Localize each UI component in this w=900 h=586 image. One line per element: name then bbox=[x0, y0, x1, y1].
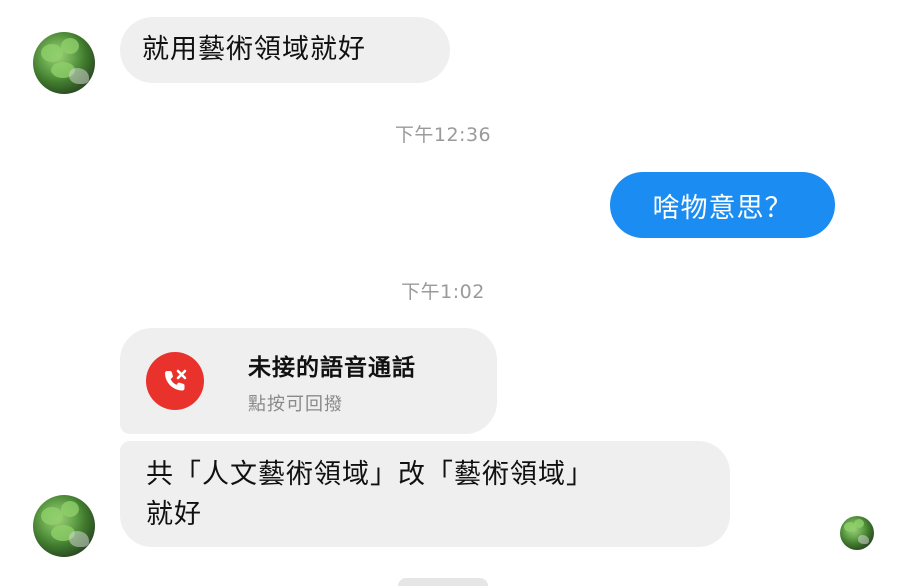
contact-avatar-top[interactable] bbox=[33, 32, 95, 94]
incoming-message-bubble[interactable]: 共「人文藝術領域」改「藝術領域」 就好 bbox=[120, 441, 730, 547]
timestamp: 下午1:02 bbox=[401, 281, 485, 303]
incoming-message-line: 共「人文藝術領域」改「藝術領域」 bbox=[146, 459, 594, 490]
missed-call-bubble[interactable]: 未接的語音通話 點按可回撥 bbox=[120, 328, 497, 434]
contact-avatar-bottom[interactable] bbox=[33, 495, 95, 557]
incoming-message-line: 就好 bbox=[146, 499, 202, 530]
missed-call-title: 未接的語音通話 bbox=[248, 355, 416, 381]
missed-call-icon bbox=[146, 352, 204, 410]
incoming-message-text: 就用藝術領域就好 bbox=[142, 34, 366, 65]
missed-call-subtitle: 點按可回撥 bbox=[248, 394, 343, 415]
timestamp: 下午12:36 bbox=[394, 124, 492, 146]
next-item-hint bbox=[398, 578, 488, 586]
outgoing-message-text: 啥物意思？ bbox=[652, 192, 793, 224]
incoming-message-bubble[interactable]: 就用藝術領域就好 bbox=[120, 17, 450, 83]
read-receipt-avatar bbox=[840, 516, 874, 550]
outgoing-message-bubble[interactable]: 啥物意思？ bbox=[610, 172, 835, 238]
